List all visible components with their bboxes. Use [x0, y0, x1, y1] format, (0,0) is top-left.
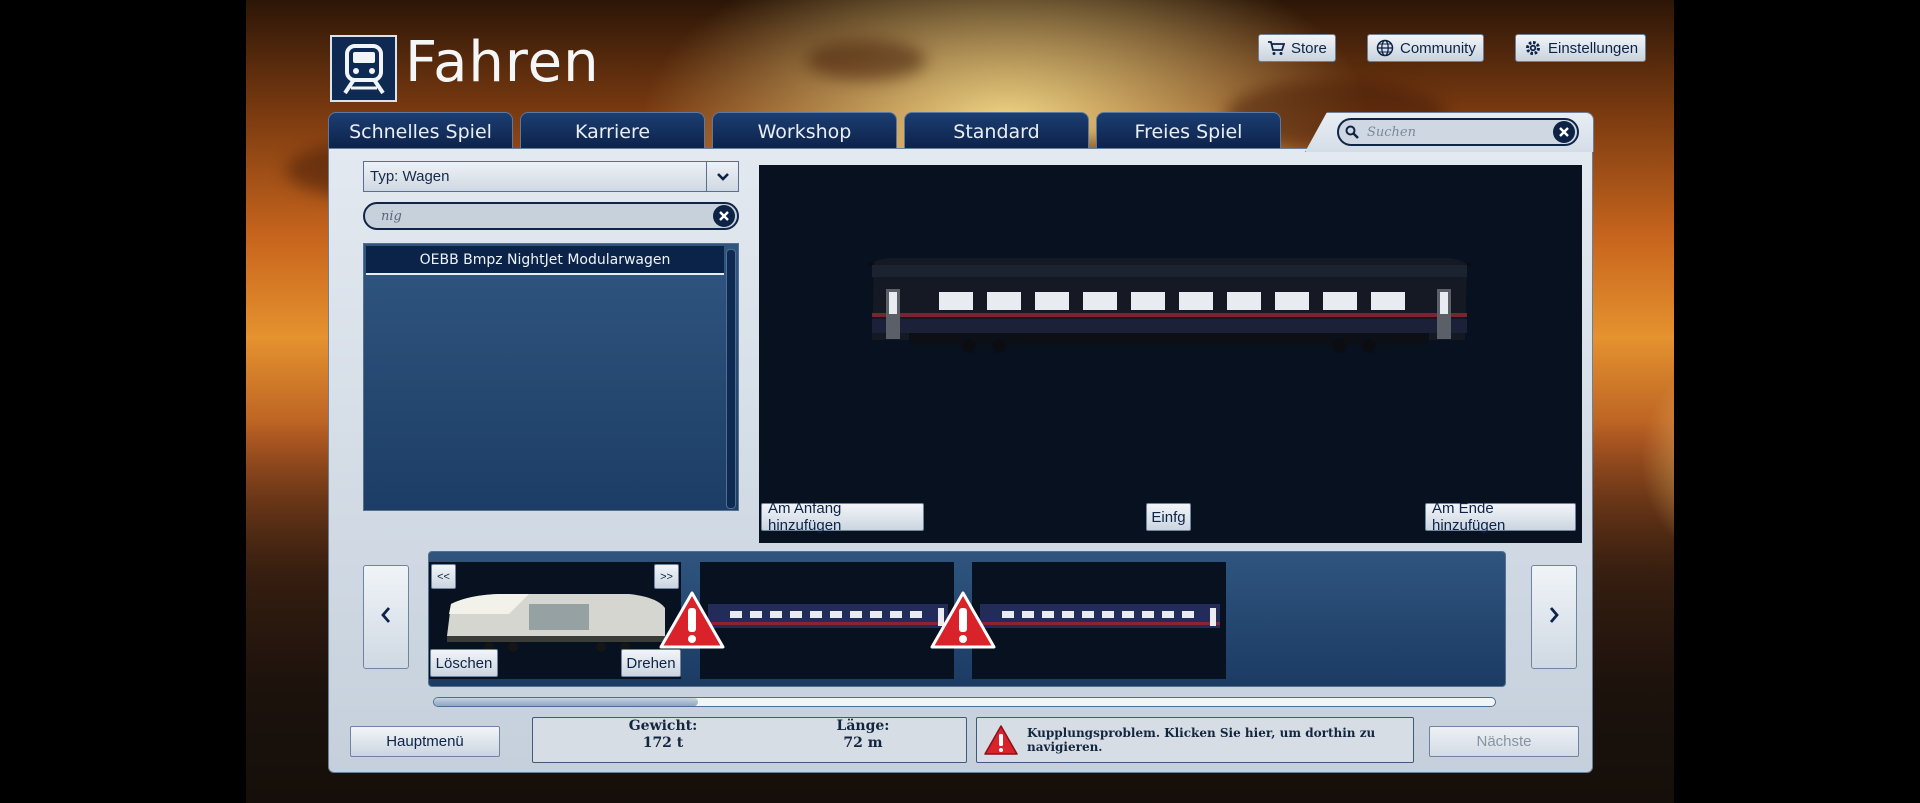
chevron-right-icon	[1548, 606, 1560, 628]
gear-icon	[1524, 39, 1542, 57]
search-input[interactable]: Suchen	[1337, 118, 1579, 146]
coach-image	[708, 604, 948, 628]
delete-vehicle-button[interactable]: Löschen	[430, 649, 498, 677]
coupling-warning-icon[interactable]	[929, 590, 997, 654]
type-dropdown[interactable]: Typ: Wagen	[363, 161, 739, 192]
weight-label: Gewicht:	[628, 718, 698, 734]
search-icon	[1345, 125, 1359, 139]
clear-search-icon[interactable]	[1553, 121, 1575, 143]
list-item[interactable]: OEBB Bmpz NightJet Modularwagen	[366, 246, 724, 275]
coupling-problem-message[interactable]: Kupplungsproblem. Klicken Sie hier, um d…	[976, 717, 1414, 763]
consist-scrollbar-thumb[interactable]	[434, 698, 698, 706]
consist-locomotive[interactable]: << >> Löschen Drehen	[429, 562, 681, 679]
tab-workshop[interactable]: Workshop	[712, 112, 897, 150]
coupling-warning-icon[interactable]	[658, 590, 726, 654]
mode-tabs: Schnelles Spiel Karriere Workshop Standa…	[328, 112, 1281, 150]
chevron-left-icon	[380, 606, 392, 628]
length-value: 72 m	[843, 735, 883, 751]
tab-standard[interactable]: Standard	[904, 112, 1089, 150]
consist-coach-1[interactable]	[700, 562, 954, 679]
consist-scrollbar[interactable]	[433, 697, 1496, 707]
list-scrollbar[interactable]	[726, 249, 736, 509]
type-dropdown-value: Typ: Wagen	[370, 168, 450, 185]
move-right-button[interactable]: >>	[654, 564, 679, 589]
tab-schnelles-spiel[interactable]: Schnelles Spiel	[328, 112, 513, 150]
vehicle-preview: Am Anfang hinzufügen Einfg Am Ende hinzu…	[759, 165, 1582, 543]
store-button[interactable]: Store	[1258, 34, 1336, 62]
train-icon	[330, 35, 397, 102]
add-at-end-button[interactable]: Am Ende hinzufügen	[1425, 500, 1576, 534]
coupling-problem-text: Kupplungsproblem. Klicken Sie hier, um d…	[1027, 726, 1376, 754]
train-stats: Gewicht: 172 t Länge: 72 m	[532, 717, 967, 763]
main-menu-button[interactable]: Hauptmenü	[350, 726, 500, 757]
length-label: Länge:	[836, 718, 890, 734]
consist-next-button[interactable]	[1531, 565, 1577, 669]
length-stat: Länge: 72 m	[793, 718, 933, 752]
move-left-button[interactable]: <<	[431, 564, 456, 589]
settings-button[interactable]: Einstellungen	[1515, 34, 1646, 62]
warning-icon	[983, 724, 1019, 756]
search-placeholder: Suchen	[1367, 124, 1416, 140]
globe-icon	[1376, 39, 1394, 57]
train-consist-strip: << >> Löschen Drehen	[428, 551, 1506, 687]
tab-karriere[interactable]: Karriere	[520, 112, 705, 150]
tab-freies-spiel[interactable]: Freies Spiel	[1096, 112, 1281, 150]
consist-coach-2[interactable]	[972, 562, 1226, 679]
community-label: Community	[1400, 39, 1476, 57]
weight-value: 172 t	[642, 735, 684, 751]
cloud-decoration	[806, 40, 926, 80]
coach-image	[980, 604, 1220, 628]
sun-glow	[1626, 360, 1674, 560]
store-label: Store	[1291, 39, 1327, 57]
chevron-down-icon[interactable]	[706, 162, 738, 191]
consist-prev-button[interactable]	[363, 565, 409, 669]
coach-preview-image	[869, 258, 1471, 353]
vehicle-filter-value: nig	[381, 208, 402, 224]
vehicle-list: OEBB Bmpz NightJet Modularwagen	[363, 243, 739, 511]
page-title: Fahren	[405, 30, 600, 95]
weight-stat: Gewicht: 172 t	[593, 718, 733, 752]
community-button[interactable]: Community	[1367, 34, 1484, 62]
vehicle-filter-input[interactable]: nig	[363, 202, 739, 230]
cart-icon	[1267, 40, 1285, 56]
settings-label: Einstellungen	[1548, 39, 1639, 57]
next-button[interactable]: Nächste	[1429, 726, 1579, 757]
insert-button[interactable]: Einfg	[1146, 503, 1191, 531]
add-at-start-button[interactable]: Am Anfang hinzufügen	[761, 500, 924, 534]
clear-filter-icon[interactable]	[713, 205, 735, 227]
